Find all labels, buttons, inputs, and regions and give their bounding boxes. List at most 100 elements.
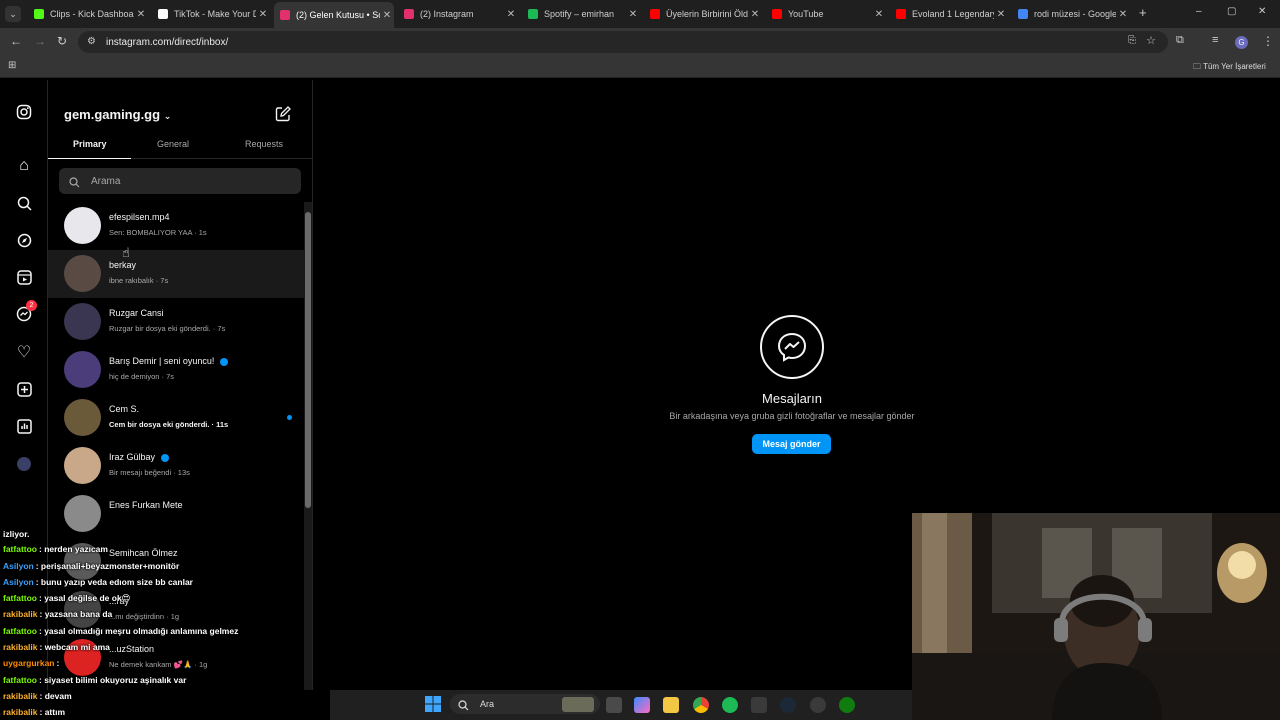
verified-badge-icon (160, 453, 169, 462)
close-tab-icon[interactable]: ✕ (1116, 9, 1130, 20)
window-close-icon[interactable]: ✕ (1258, 6, 1266, 17)
close-tab-icon[interactable]: ✕ (626, 9, 640, 20)
tab-search-button[interactable]: ⌄ (5, 6, 21, 22)
close-tab-icon[interactable]: ✕ (134, 9, 148, 20)
new-tab-icon[interactable]: + (1139, 5, 1147, 20)
forward-icon[interactable]: → (34, 34, 46, 48)
obs-icon[interactable] (810, 697, 826, 713)
reels-icon[interactable] (14, 267, 34, 287)
chevron-down-icon: ⌄ (163, 111, 172, 121)
conversation-item[interactable]: Ruzgar Cansi Ruzgar bir dosya eki gönderd… (48, 298, 304, 346)
media-icon[interactable]: ≡ (1212, 34, 1218, 46)
create-icon[interactable] (14, 379, 34, 399)
maximize-icon[interactable]: ▢ (1227, 6, 1236, 17)
close-tab-icon[interactable]: ✕ (748, 9, 762, 20)
conversation-item[interactable]: Iraz Gülbay Bir mesajı beğendi · 13s (48, 442, 304, 490)
chat-text: : devam (39, 691, 72, 701)
avatar (64, 351, 101, 388)
back-icon[interactable]: ← (10, 34, 22, 48)
conversation-item[interactable]: Barış Demir | seni oyuncu! hiç de demiyo… (48, 346, 304, 394)
tab-title: Spotify – emirhan (544, 9, 615, 19)
browser-tab[interactable]: Clips - Kick Dashboard ✕ (28, 4, 148, 24)
close-tab-icon[interactable]: ✕ (872, 9, 886, 20)
browser-tab[interactable]: TikTok - Make Your Day✕ (152, 4, 270, 24)
account-username: gem.gaming.gg (64, 107, 161, 122)
send-message-button[interactable]: Mesaj gönder (752, 434, 831, 454)
browser-tab[interactable]: (2) Gelen Kutusu • Sohbetler✕ (274, 2, 394, 28)
chat-message: uygargurkan: (3, 658, 59, 668)
browser-tab[interactable]: Spotify – emirhan ✕ (522, 4, 640, 24)
tab-title: Üyelerin Birbirini Öldürdüğü (666, 9, 748, 19)
home-icon[interactable]: ⌂ (14, 156, 34, 176)
browser-tab[interactable]: (2) Instagram ✕ (398, 4, 518, 24)
dashboard-icon[interactable] (14, 416, 34, 436)
conversation-item[interactable]: berkay ibne rakıbalık · 7s (48, 250, 304, 298)
reload-icon[interactable]: ↻ (57, 34, 67, 48)
notifications-heart-icon[interactable]: ♡ (14, 342, 34, 362)
conversation-item[interactable]: Cem S. Cem bir dosya eki gönderdi. · 11s (48, 394, 304, 442)
chat-message: fatfattoo: yasal olmadığı meşru olmadığı… (3, 626, 238, 636)
copilot-icon[interactable] (634, 697, 650, 713)
chat-message: rakibalik: devam (3, 691, 72, 701)
chat-message: rakibalik: webcam mi ama (3, 642, 110, 652)
search-icon[interactable] (14, 193, 34, 213)
tab-title: YouTube (788, 9, 824, 19)
menu-icon[interactable]: ⋮ (1262, 34, 1274, 48)
notification-badge: 2 (26, 300, 37, 311)
tab-title: Evoland 1 Legendary Edition (912, 9, 994, 19)
tab-favicon-icon (34, 9, 44, 19)
tab-title: TikTok - Make Your Day (174, 9, 256, 19)
conversation-name: Iraz Gülbay (109, 452, 169, 462)
chat-message: fatfattoo: nerden yazıcam (3, 544, 108, 554)
new-message-icon[interactable] (275, 106, 291, 127)
minimize-icon[interactable]: – (1196, 6, 1202, 17)
site-info-icon[interactable]: ⚙ (87, 36, 96, 47)
account-switcher[interactable]: gem.gaming.gg ⌄ (64, 107, 171, 122)
messenger-icon[interactable]: 2 (14, 300, 37, 324)
windows-start-icon[interactable] (425, 696, 441, 717)
task-view-icon[interactable] (606, 697, 622, 713)
messenger-large-icon (760, 315, 824, 379)
bookmark-star-icon[interactable]: ☆ (1146, 34, 1156, 47)
tab-primary[interactable]: Primary (73, 139, 107, 149)
tab-requests[interactable]: Requests (245, 139, 283, 149)
close-tab-icon[interactable]: ✕ (256, 9, 270, 20)
browser-tab[interactable]: rodi müzesi - Google Search✕ (1012, 4, 1130, 24)
browser-tab[interactable]: Üyelerin Birbirini Öldürdüğü✕ (644, 4, 762, 24)
spotify-icon[interactable] (722, 697, 738, 713)
close-tab-icon[interactable]: ✕ (504, 9, 518, 20)
tab-general[interactable]: General (157, 139, 189, 149)
conversation-item[interactable]: efespilsen.mp4 Sen: BOMBALIYOR YAA · 1s (48, 202, 304, 250)
apps-grid-icon[interactable]: ⊞ (8, 60, 16, 71)
conversation-preview: Bir mesajı beğendi · 13s (109, 468, 190, 477)
explore-icon[interactable] (14, 230, 34, 250)
conversation-name-text: berkay (109, 260, 137, 270)
conversation-name-text: Enes Furkan Mete (109, 500, 183, 510)
chat-username: rakibalik (3, 609, 38, 619)
close-tab-icon[interactable]: ✕ (380, 10, 394, 21)
tab-favicon-icon (896, 9, 906, 19)
browser-tab[interactable]: Evoland 1 Legendary Edition✕ (890, 4, 1008, 24)
all-bookmarks[interactable]: 🗀 Tüm Yer İşaretleri (1193, 61, 1266, 75)
tab-title: (2) Gelen Kutusu • Sohbetler (296, 10, 380, 20)
conversation-preview: ibne rakıbalık · 7s (109, 276, 169, 285)
instagram-logo-icon[interactable] (14, 102, 34, 122)
browser-tab[interactable]: YouTube ✕ (766, 4, 886, 24)
conversation-name-text: Barış Demir | seni oyuncu! (109, 356, 215, 366)
search-input[interactable]: Arama (59, 168, 301, 194)
install-icon[interactable]: ⎘ (1128, 35, 1136, 46)
address-bar[interactable]: ⚙ instagram.com/direct/inbox/ ⎘ ☆ (78, 31, 1168, 53)
verified-badge-icon (219, 357, 228, 366)
file-explorer-icon[interactable] (663, 697, 679, 713)
steam-icon[interactable] (780, 697, 796, 713)
extensions-icon[interactable]: ⧉ (1176, 34, 1184, 47)
taskbar-widget[interactable] (562, 697, 594, 712)
profile-avatar[interactable]: G (1235, 36, 1248, 49)
close-tab-icon[interactable]: ✕ (994, 9, 1008, 20)
xbox-icon[interactable] (839, 697, 855, 713)
profile-avatar-icon[interactable] (14, 454, 34, 474)
search-icon (69, 175, 80, 193)
store-icon[interactable] (751, 697, 767, 713)
chrome-icon[interactable] (693, 697, 709, 713)
scrollbar-thumb[interactable] (305, 212, 311, 508)
